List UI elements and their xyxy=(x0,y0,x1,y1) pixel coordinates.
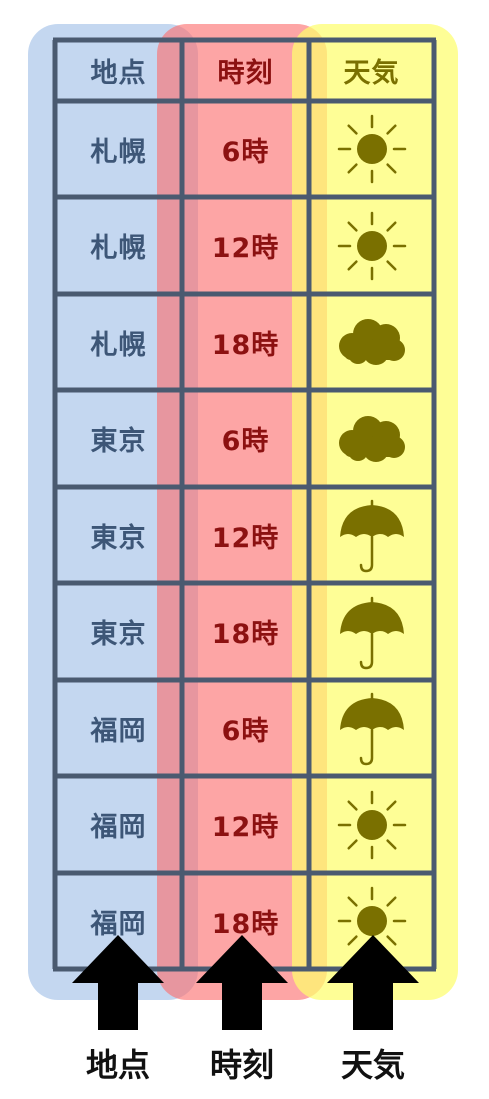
label-weather: 天気 xyxy=(340,1046,405,1084)
sun-icon xyxy=(337,211,406,280)
arrow-up-icon xyxy=(327,935,419,1030)
umbrella-icon xyxy=(339,499,404,573)
header-time: 時刻 xyxy=(217,57,274,89)
row-time: 12時 xyxy=(211,812,280,843)
arrow-up-icon xyxy=(72,935,164,1030)
row-location: 札幌 xyxy=(90,329,147,361)
arrow-up-icon xyxy=(196,935,288,1030)
row-location: 福岡 xyxy=(90,812,147,843)
sun-icon xyxy=(337,790,406,859)
row-time: 6時 xyxy=(221,136,270,168)
row-time: 12時 xyxy=(211,233,280,264)
sun-icon xyxy=(337,114,406,184)
row-time: 6時 xyxy=(221,715,270,747)
row-time: 18時 xyxy=(211,329,280,361)
header-weather: 天気 xyxy=(343,57,400,89)
row-location: 東京 xyxy=(90,619,147,650)
umbrella-icon xyxy=(339,692,404,766)
row-location: 札幌 xyxy=(90,136,147,168)
cloud-icon xyxy=(338,415,405,462)
cloud-icon xyxy=(338,319,405,365)
label-location: 地点 xyxy=(85,1046,150,1084)
header-location: 地点 xyxy=(90,57,147,89)
row-time: 12時 xyxy=(211,522,280,554)
umbrella-icon xyxy=(339,596,404,669)
row-location: 札幌 xyxy=(90,233,147,264)
row-location: 福岡 xyxy=(90,715,147,747)
label-time: 時刻 xyxy=(209,1046,274,1084)
row-location: 東京 xyxy=(90,522,147,554)
row-location: 東京 xyxy=(90,426,147,457)
row-time: 18時 xyxy=(211,619,280,650)
row-time: 6時 xyxy=(221,426,270,457)
